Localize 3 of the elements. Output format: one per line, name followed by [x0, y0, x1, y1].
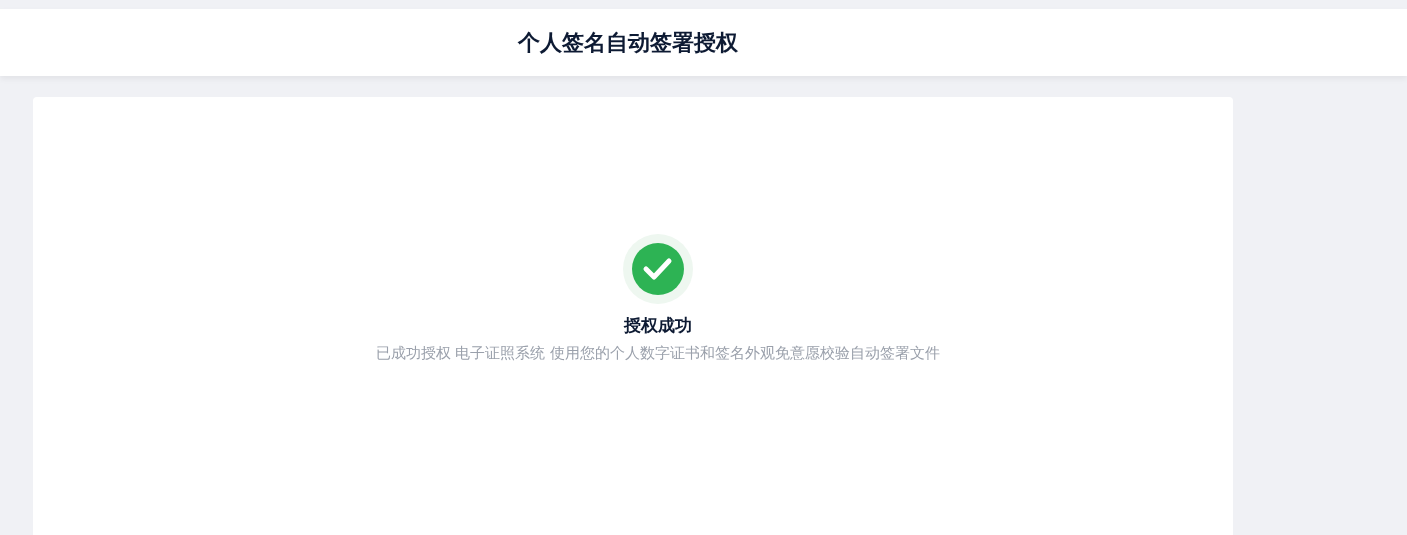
result-message: 已成功授权 电子证照系统 使用您的个人数字证书和签名外观免意愿校验自动签署文件 [375, 344, 941, 363]
result-title: 授权成功 [624, 314, 692, 337]
page-title: 个人签名自动签署授权 [518, 28, 738, 57]
